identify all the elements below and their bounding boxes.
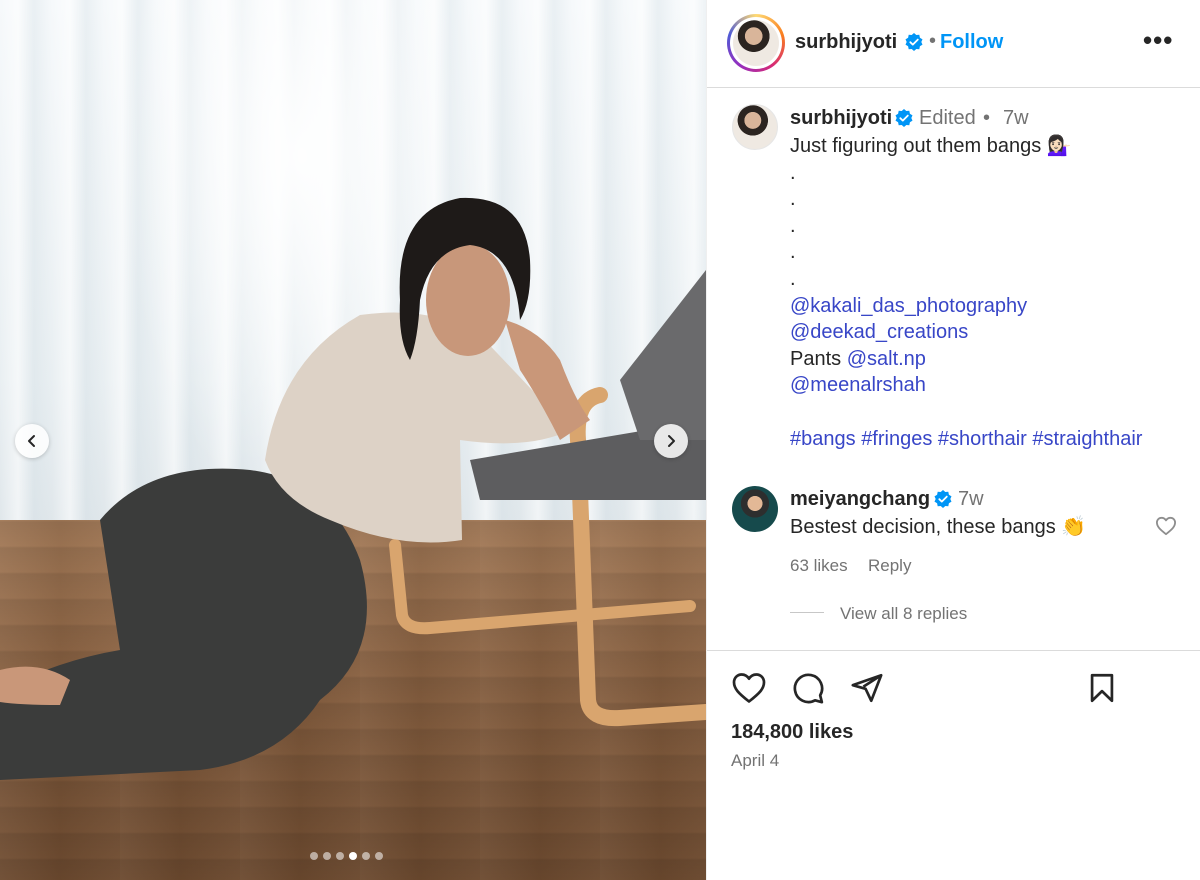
- caption-line: .: [790, 267, 796, 290]
- hashtag-link[interactable]: #straighthair: [1032, 428, 1142, 450]
- verified-badge-icon: [934, 490, 952, 508]
- caption-timestamp[interactable]: 7w: [1003, 107, 1029, 130]
- trousers: [0, 468, 367, 780]
- view-replies-button[interactable]: View all 8 replies: [840, 604, 967, 624]
- more-options-button[interactable]: •••: [1143, 27, 1173, 53]
- face: [426, 244, 510, 356]
- author-username[interactable]: surbhijyoti: [795, 31, 897, 54]
- caption-line: .: [790, 161, 796, 184]
- carousel-prev-button[interactable]: [15, 424, 49, 458]
- caption-author-username[interactable]: surbhijyoti: [790, 107, 892, 130]
- caption-line: #bangs #fringes #shorthair #straighthair: [790, 426, 1142, 453]
- post-date[interactable]: April 4: [731, 751, 779, 771]
- chair-back-cushion: [620, 270, 706, 440]
- caption-line: @deekad_creations: [790, 319, 1142, 346]
- carousel-dot: [349, 852, 357, 860]
- carousel-next-button[interactable]: [654, 424, 688, 458]
- carousel-dot: [362, 852, 370, 860]
- photo-subject-illustration: [0, 197, 706, 780]
- caption-author-avatar[interactable]: [732, 104, 778, 150]
- avatar: [733, 20, 779, 66]
- follow-button[interactable]: Follow: [940, 31, 1003, 54]
- verified-badge-icon: [895, 109, 913, 127]
- post-likes-count[interactable]: 184,800 likes: [731, 721, 853, 744]
- comment-bubble-icon[interactable]: [791, 671, 825, 705]
- replies-divider: [790, 612, 824, 613]
- comment-likes-count[interactable]: 63 likes: [790, 556, 848, 576]
- carousel-dot: [375, 852, 383, 860]
- caption-line: @meenalrshah: [790, 372, 1142, 399]
- post-header: surbhijyoti • Follow •••: [707, 0, 1200, 88]
- chevron-left-icon: [28, 435, 35, 447]
- comment-text: Bestest decision, these bangs 👏: [790, 516, 1087, 538]
- edited-label: Edited: [919, 107, 976, 129]
- caption-text: Just figuring out them bangs 💁🏻‍♀️..... @…: [790, 133, 1142, 452]
- chevron-right-icon: [668, 435, 675, 447]
- actions-divider: [707, 650, 1200, 651]
- commenter-avatar[interactable]: [732, 486, 778, 532]
- caption-separator: •: [983, 107, 991, 129]
- comment-reply-button[interactable]: Reply: [868, 556, 911, 576]
- caption-line: Pants @salt.np: [790, 346, 1142, 373]
- hashtag-link[interactable]: #fringes: [861, 428, 932, 450]
- caption-line: .: [790, 188, 796, 211]
- mention-link[interactable]: @kakali_das_photography: [790, 295, 1027, 317]
- post-media[interactable]: [0, 0, 706, 880]
- post-details-panel: surbhijyoti • Follow ••• surbhijyoti Edi…: [706, 0, 1200, 880]
- mention-link[interactable]: @deekad_creations: [790, 321, 968, 343]
- commenter-username[interactable]: meiyangchang: [790, 488, 930, 511]
- paper-plane-icon[interactable]: [850, 671, 884, 705]
- carousel-dot: [336, 852, 344, 860]
- carousel-dot: [323, 852, 331, 860]
- hashtag-link[interactable]: #shorthair: [938, 428, 1027, 450]
- comment-timestamp[interactable]: 7w: [958, 488, 984, 511]
- carousel-dot: [310, 852, 318, 860]
- caption-line: .: [790, 214, 796, 237]
- mention-link[interactable]: @salt.np: [847, 348, 926, 370]
- header-separator: •: [929, 30, 937, 52]
- caption-line: .: [790, 241, 796, 264]
- verified-badge-icon: [905, 33, 923, 51]
- caption-line: Just figuring out them bangs 💁🏻‍♀️: [790, 135, 1072, 157]
- bookmark-icon[interactable]: [1085, 671, 1119, 705]
- carousel-indicator: [310, 852, 383, 860]
- caption-line: [790, 399, 1142, 426]
- caption-line: @kakali_das_photography: [790, 293, 1142, 320]
- author-avatar-story-ring[interactable]: [727, 14, 785, 72]
- hashtag-link[interactable]: #bangs: [790, 428, 856, 450]
- caption-text-fragment: Pants: [790, 347, 847, 370]
- mention-link[interactable]: @meenalrshah: [790, 374, 926, 396]
- comment-like-heart-icon[interactable]: [1155, 516, 1177, 536]
- heart-icon[interactable]: [731, 671, 767, 705]
- chair-frame-back: [389, 539, 696, 635]
